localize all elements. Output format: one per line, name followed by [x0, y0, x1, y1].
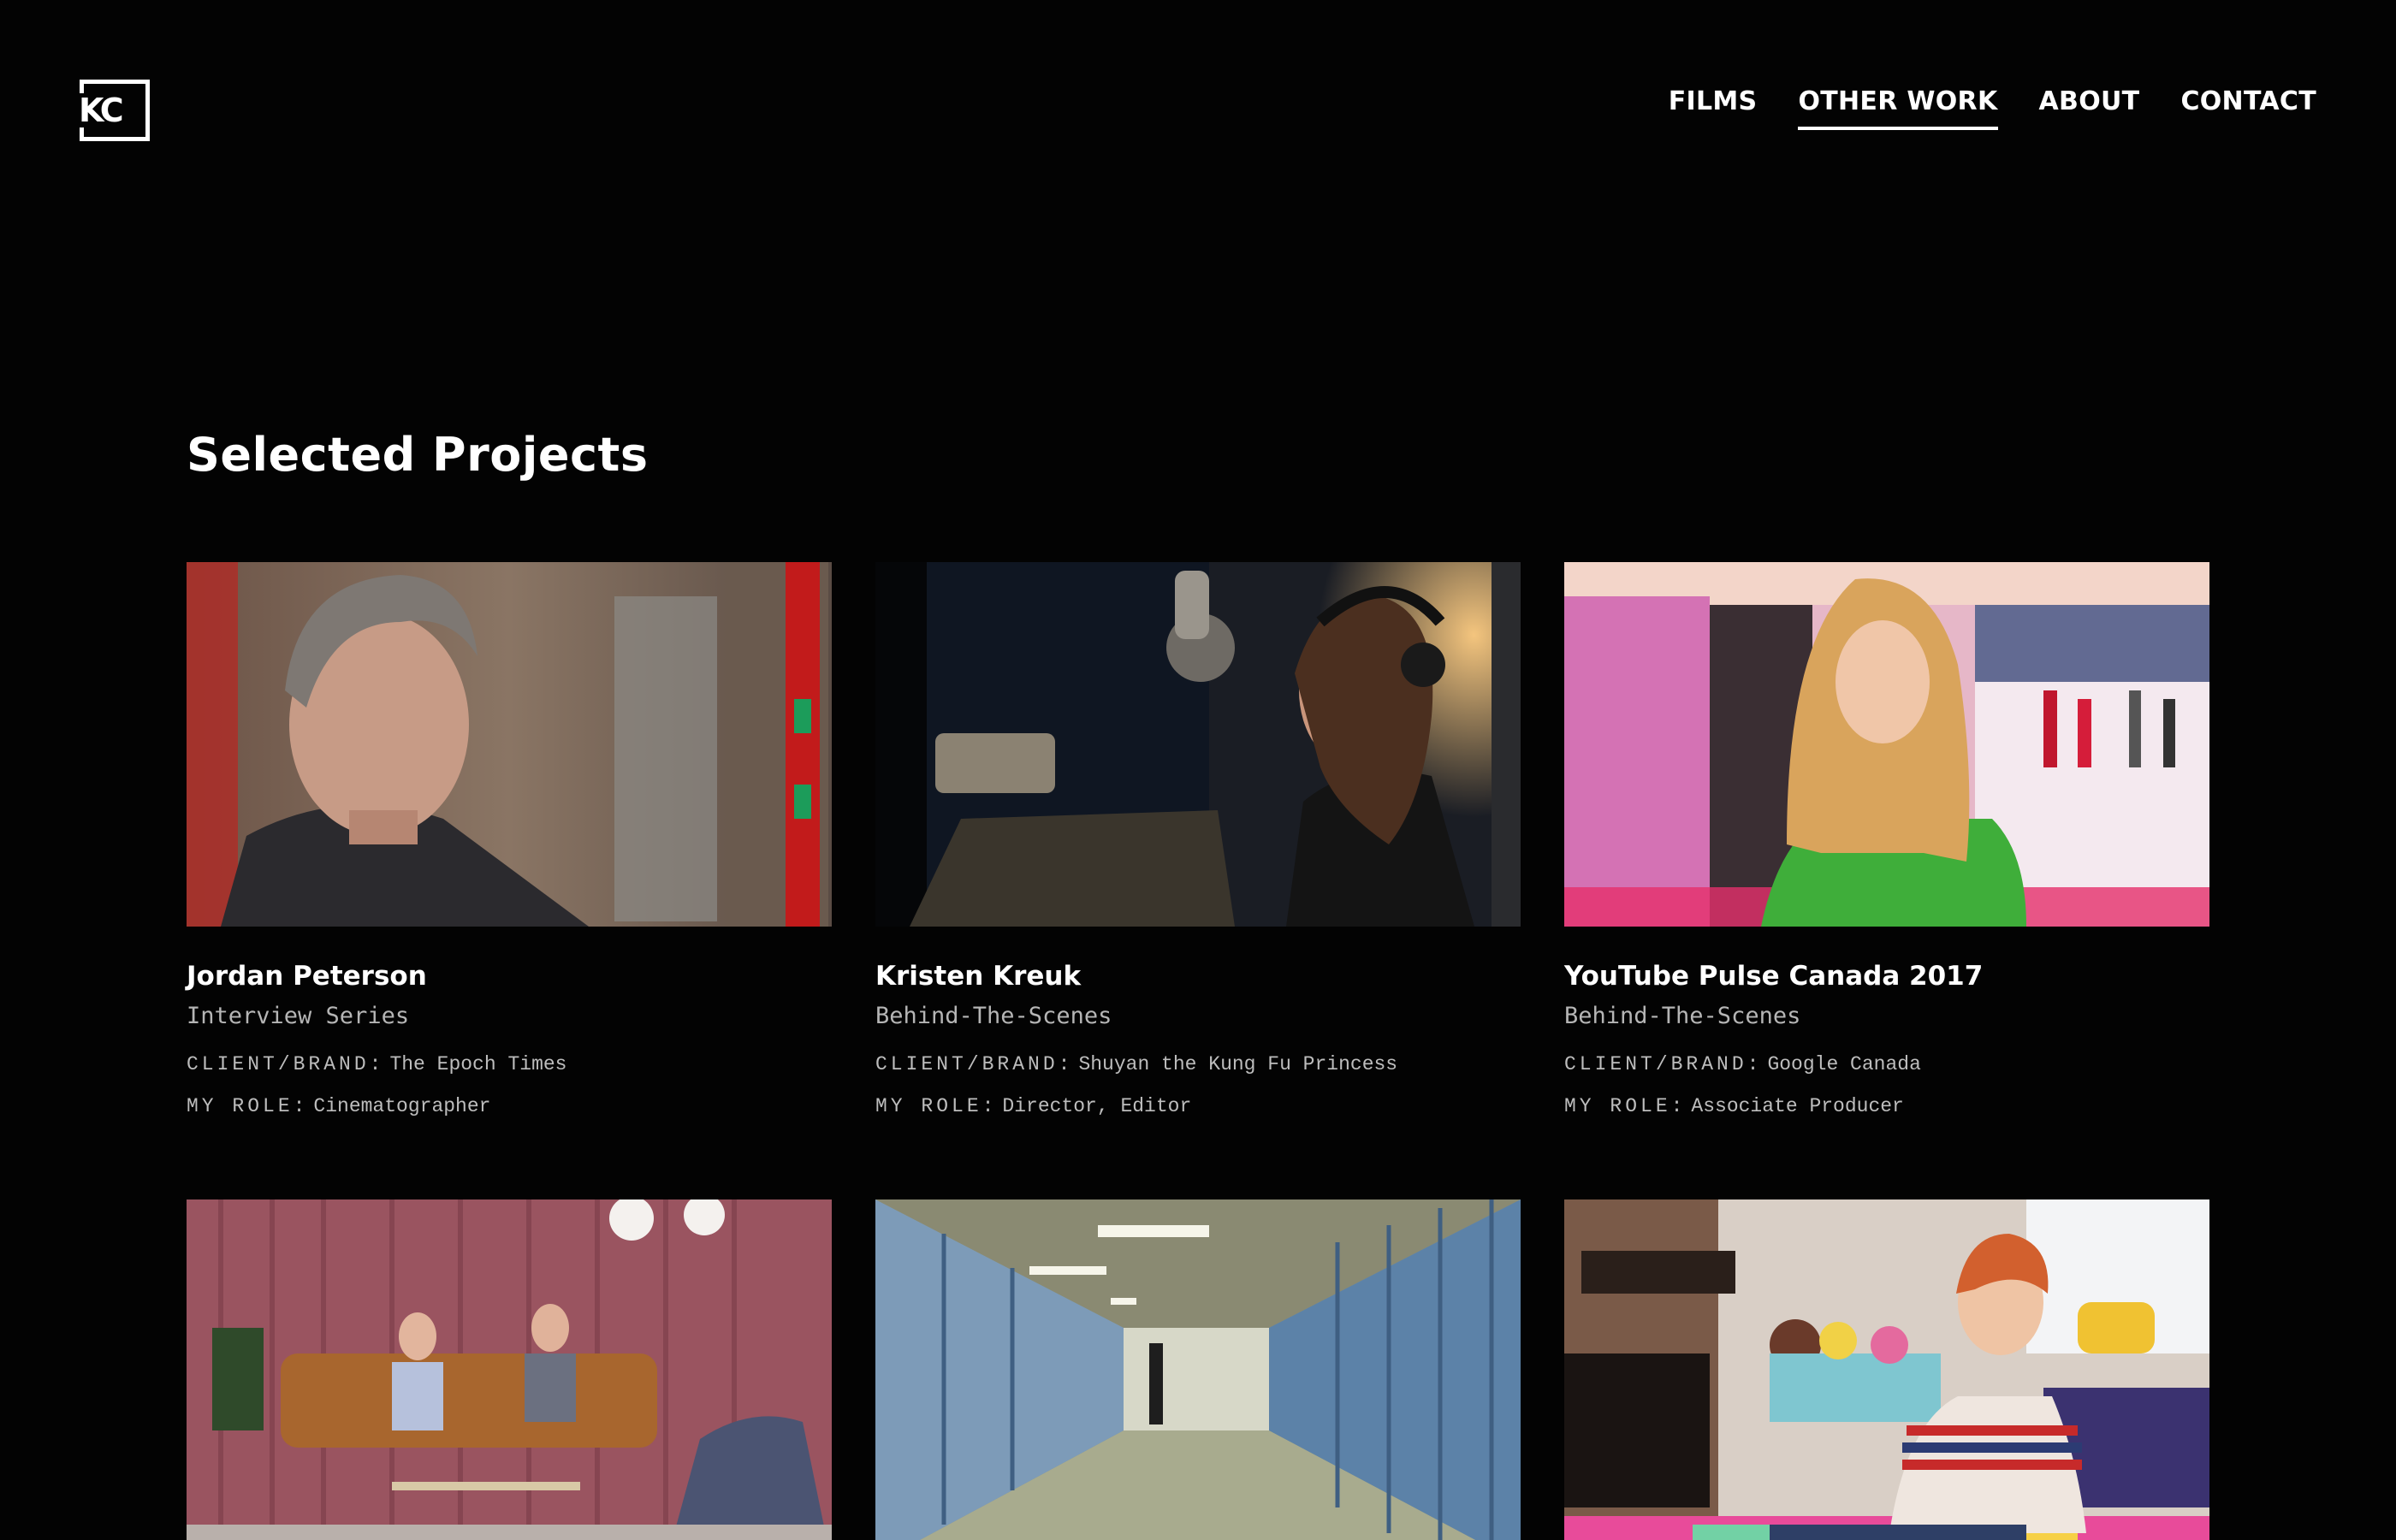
- panel-discussion-image: [187, 1199, 832, 1540]
- project-card[interactable]: [1564, 1199, 2209, 1540]
- nav-link-films[interactable]: FILMS: [1669, 89, 1758, 130]
- role-value: Cinematographer: [313, 1095, 491, 1118]
- project-subtitle: Interview Series: [187, 1003, 410, 1030]
- role-value: Director, Editor: [1002, 1095, 1192, 1118]
- project-title: YouTube Pulse Canada 2017: [1564, 961, 1984, 992]
- client-label: CLIENT/BRAND:: [1564, 1052, 1763, 1075]
- project-thumbnail-school-hallway[interactable]: [875, 1199, 1521, 1540]
- role-label: MY ROLE:: [1564, 1095, 1687, 1118]
- section-title: Selected Projects: [187, 428, 649, 482]
- project-card[interactable]: YouTube Pulse Canada 2017 Behind-The-Sce…: [1564, 562, 2209, 1119]
- recording-studio-image: [875, 562, 1521, 927]
- project-role: MY ROLE: Director, Editor: [875, 1095, 1521, 1119]
- nav-link-about[interactable]: ABOUT: [2039, 89, 2140, 130]
- event-host-image: [1564, 562, 2209, 927]
- logo-text: KC: [79, 93, 125, 127]
- main-nav: FILMS OTHER WORK ABOUT CONTACT: [1669, 89, 2316, 130]
- project-client: CLIENT/BRAND: The Epoch Times: [187, 1053, 832, 1077]
- project-thumbnail-youtube-pulse[interactable]: [1564, 562, 2209, 927]
- child-playing-image: [1564, 1199, 2209, 1540]
- project-title: Kristen Kreuk: [875, 961, 1082, 992]
- client-label: CLIENT/BRAND:: [187, 1052, 385, 1075]
- project-card[interactable]: [187, 1199, 832, 1540]
- project-client: CLIENT/BRAND: Shuyan the Kung Fu Princess: [875, 1053, 1521, 1077]
- project-thumbnail-kristen-kreuk[interactable]: [875, 562, 1521, 927]
- client-value: Google Canada: [1767, 1052, 1921, 1075]
- project-title: Jordan Peterson: [187, 961, 427, 992]
- nav-link-other-work[interactable]: OTHER WORK: [1798, 89, 1998, 130]
- project-card[interactable]: Kristen Kreuk Behind-The-Scenes CLIENT/B…: [875, 562, 1521, 1119]
- projects-grid: Jordan Peterson Interview Series CLIENT/…: [187, 562, 2210, 1540]
- project-thumbnail-child-playing[interactable]: [1564, 1199, 2209, 1540]
- site-logo[interactable]: KC: [79, 80, 150, 141]
- client-value: The Epoch Times: [389, 1052, 567, 1075]
- project-client: CLIENT/BRAND: Google Canada: [1564, 1053, 2209, 1077]
- project-thumbnail-jordan-peterson[interactable]: [187, 562, 832, 927]
- project-role: MY ROLE: Associate Producer: [1564, 1095, 2209, 1119]
- client-label: CLIENT/BRAND:: [875, 1052, 1074, 1075]
- project-thumbnail-panel-discussion[interactable]: [187, 1199, 832, 1540]
- school-hallway-image: [875, 1199, 1521, 1540]
- role-value: Associate Producer: [1691, 1095, 1904, 1118]
- interview-man-image: [187, 562, 832, 927]
- page: KC FILMS OTHER WORK ABOUT CONTACT Select…: [0, 0, 2396, 1540]
- role-label: MY ROLE:: [875, 1095, 998, 1118]
- nav-link-contact[interactable]: CONTACT: [2180, 89, 2316, 130]
- client-value: Shuyan the Kung Fu Princess: [1078, 1052, 1398, 1075]
- project-subtitle: Behind-The-Scenes: [1564, 1003, 1801, 1030]
- project-card[interactable]: [875, 1199, 1521, 1540]
- role-label: MY ROLE:: [187, 1095, 309, 1118]
- project-card[interactable]: Jordan Peterson Interview Series CLIENT/…: [187, 562, 832, 1119]
- project-subtitle: Behind-The-Scenes: [875, 1003, 1112, 1030]
- project-role: MY ROLE: Cinematographer: [187, 1095, 832, 1119]
